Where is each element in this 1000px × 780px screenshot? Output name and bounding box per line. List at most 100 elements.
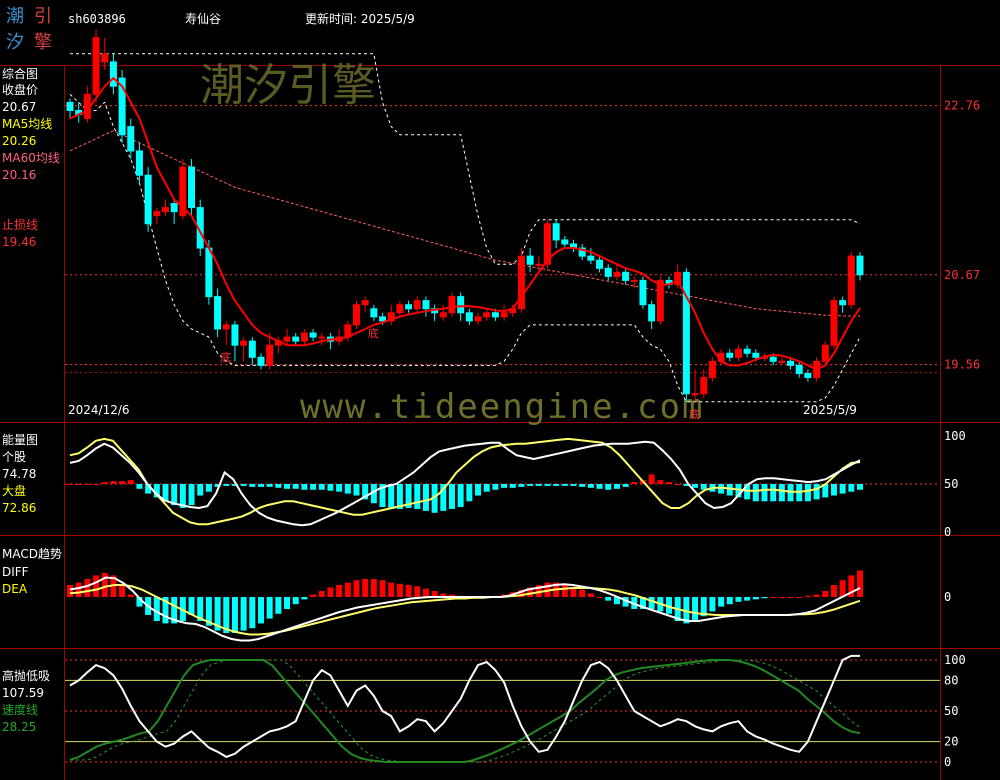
candle-body xyxy=(491,312,499,318)
energy-bar xyxy=(804,484,811,502)
buysell-tick-label: 80 xyxy=(944,673,958,687)
energy-bar xyxy=(501,484,508,488)
energy-bar xyxy=(570,484,577,486)
macd-hist-bar xyxy=(275,597,282,614)
candle-body xyxy=(787,360,795,366)
candle-body xyxy=(656,279,664,322)
macd-hist-bar xyxy=(752,597,759,600)
energy-bar xyxy=(535,484,542,486)
candle-body xyxy=(839,300,847,306)
macd-hist-bar xyxy=(327,587,334,597)
candle-body xyxy=(778,360,786,363)
energy-bar xyxy=(857,484,863,490)
energy-bar xyxy=(344,484,351,494)
candle-body xyxy=(743,348,751,354)
energy-tick-label: 0 xyxy=(944,525,951,539)
energy-bar xyxy=(544,484,551,486)
candle-body xyxy=(127,126,135,152)
dea-line xyxy=(69,584,861,636)
energy-bar xyxy=(75,484,82,485)
energy-bar xyxy=(587,484,594,488)
watermark-cn: 潮汐引擎 xyxy=(200,60,376,111)
macd-hist-bar xyxy=(596,597,603,598)
start-date: 2024/12/6 xyxy=(68,403,130,417)
energy-stock-label: 个股 xyxy=(2,450,26,464)
macd-hist-bar xyxy=(370,579,377,597)
candle-body xyxy=(170,203,178,213)
macd-hist-bar xyxy=(813,594,820,597)
macd-hist-bar xyxy=(318,591,325,597)
candle-body xyxy=(856,255,864,276)
candle-body xyxy=(300,332,308,342)
buysell-tick-label: 100 xyxy=(944,653,966,667)
macd-hist-bar xyxy=(778,597,785,598)
macd-hist-bar xyxy=(153,597,160,621)
candle-body xyxy=(474,316,482,322)
macd-hist-bar xyxy=(84,579,91,597)
macd-hist-bar xyxy=(249,597,256,629)
macd-hist-bar xyxy=(353,580,360,597)
candle-body xyxy=(439,312,447,318)
macd-hist-bar xyxy=(266,597,273,619)
logo-char-1: 潮 xyxy=(6,6,24,27)
macd-hist-bar xyxy=(422,588,429,597)
energy-stock-value: 74.78 xyxy=(2,467,36,481)
energy-bar xyxy=(666,482,673,484)
candle-body xyxy=(101,53,109,63)
candle-body xyxy=(379,316,387,322)
candle-body xyxy=(292,336,300,342)
macd-hist-bar xyxy=(405,585,412,597)
energy-bar xyxy=(266,484,273,487)
energy-bar xyxy=(622,484,629,487)
energy-market-value: 72.86 xyxy=(2,501,36,515)
energy-bar xyxy=(318,484,325,490)
candle-body xyxy=(188,166,196,209)
candle-body xyxy=(708,360,716,379)
candle-body xyxy=(847,255,855,306)
stock-name: 寿仙谷 xyxy=(185,12,221,26)
market-energy-line xyxy=(69,437,861,526)
energy-bar xyxy=(674,484,681,485)
energy-bar xyxy=(457,484,464,508)
candle-body xyxy=(830,300,838,346)
price-tick-label: 22.76 xyxy=(944,99,980,113)
macd-hist-bar xyxy=(804,595,811,597)
energy-bar xyxy=(579,484,586,487)
macd-hist-bar xyxy=(761,597,768,599)
energy-bar xyxy=(188,484,195,506)
candle-body xyxy=(622,271,630,281)
macd-hist-bar xyxy=(709,597,716,612)
candle-body xyxy=(257,356,265,366)
energy-bar xyxy=(761,484,768,502)
candle-body xyxy=(587,255,595,261)
macd-hist-bar xyxy=(336,585,343,597)
candle-body xyxy=(465,312,473,322)
candle-body xyxy=(457,296,465,314)
candle-body xyxy=(795,364,803,374)
macd-hist-bar xyxy=(301,597,308,600)
update-time: 更新时间: 2025/5/9 xyxy=(305,11,415,26)
ma60-line xyxy=(69,130,860,317)
energy-bar xyxy=(336,484,343,492)
candle-body xyxy=(630,279,638,282)
candle-body xyxy=(561,239,569,245)
energy-tick-label: 100 xyxy=(944,429,966,443)
candle-body xyxy=(448,296,456,314)
macd-hist-bar xyxy=(396,583,403,597)
energy-bar xyxy=(119,481,126,484)
main-legend: 综合图 收盘价 20.67 MA5均线 20.26 MA60均线 20.16 止… xyxy=(2,66,60,249)
diff-line xyxy=(69,576,861,642)
candle-body xyxy=(752,352,760,358)
macd-hist-bar xyxy=(284,597,291,609)
candle-body xyxy=(691,393,699,396)
logo-char-3: 汐 xyxy=(6,32,24,53)
macd-hist-bar xyxy=(770,597,777,598)
energy-bar xyxy=(301,484,308,490)
macd-hist-bar xyxy=(362,579,369,597)
buysell-title: 高抛低吸 xyxy=(2,668,50,683)
macd-hist-bar xyxy=(379,580,386,597)
energy-bar xyxy=(483,484,490,492)
energy-bar xyxy=(475,484,482,496)
energy-market-label: 大盘 xyxy=(2,483,26,498)
energy-bar xyxy=(839,484,846,494)
